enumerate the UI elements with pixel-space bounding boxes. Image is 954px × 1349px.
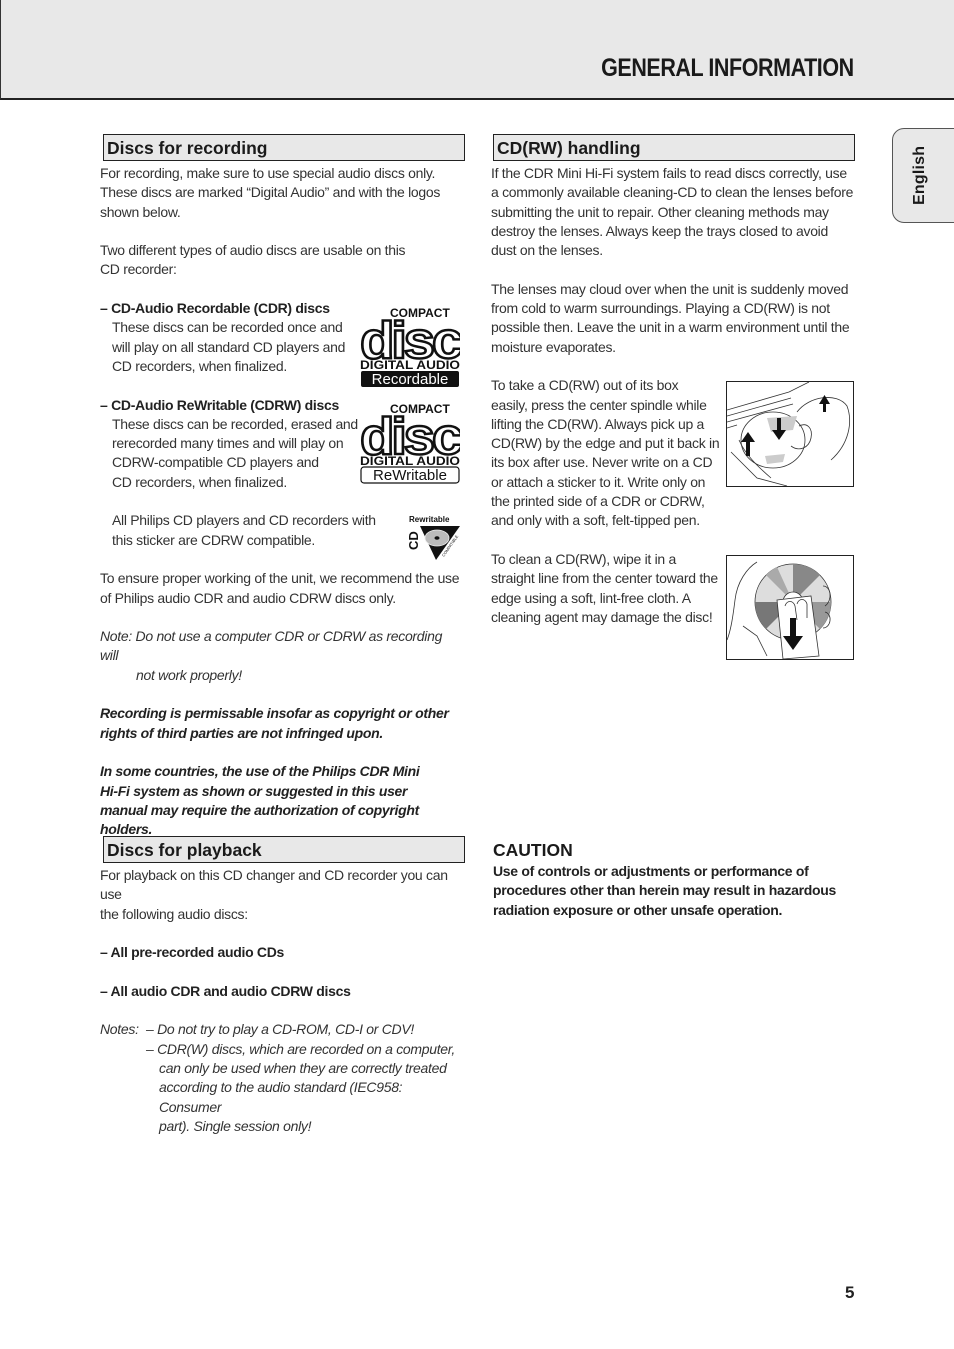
note-item: – CDR(W) discs, which are recorded on a …: [146, 1040, 455, 1057]
caution-block: CAUTION Use of controls or adjustments o…: [493, 840, 855, 920]
authorization-line: In some countries, the use of the Philip…: [100, 763, 420, 780]
copyright-line: rights of third parties are not infringe…: [100, 724, 384, 741]
handling-para3-line: and only with a soft, felt-tipped pen.: [491, 512, 700, 529]
playback-intro-line: the following audio discs:: [100, 905, 248, 922]
playback-item: – All pre-recorded audio CDs: [100, 944, 285, 961]
handling-para2-line: from cold to warm surroundings. Playing …: [491, 300, 830, 317]
playback-item: – All audio CDR and audio CDRW discs: [100, 982, 351, 999]
language-tab: English: [892, 128, 954, 223]
caution-line: Use of controls or adjustments or perfor…: [493, 863, 809, 879]
recommend-line: of Philips audio CDR and audio CDRW disc…: [100, 589, 396, 606]
handling-para2-line: possible then. Leave the unit in a warm …: [491, 319, 850, 336]
handling-para2-line: moisture evaporates.: [491, 338, 616, 355]
sticker-rewritable-text: Rewritable: [409, 515, 450, 524]
note-item-cont: can only be used when they are correctly…: [159, 1059, 447, 1076]
header-band: [0, 0, 954, 100]
recommend-line: To ensure proper working of the unit, we…: [100, 570, 460, 587]
cd-rewritable-sticker-logo: Rewritable CD COMPATIBLE: [406, 514, 462, 567]
caution-heading: CAUTION: [493, 840, 573, 860]
caution-line: radiation exposure or other unsafe opera…: [493, 901, 783, 918]
handling-para1-line: destroy the lenses. Always keep the tray…: [491, 222, 828, 239]
note-item-cont: according to the audio standard (IEC958:…: [159, 1079, 403, 1115]
note-line: Note: Do not use a computer CDR or CDRW …: [100, 628, 443, 664]
note-item: – Do not try to play a CD-ROM, CD-I or C…: [146, 1021, 414, 1038]
compact-disc-recordable-logo: COMPACT disc DIGITAL AUDIO Recordable: [359, 306, 467, 394]
discs-for-playback-body: For playback on this CD changer and CD r…: [100, 866, 462, 1136]
intro-line: shown below.: [100, 203, 181, 220]
language-tab-label: English: [911, 145, 928, 205]
handling-para2-line: The lenses may cloud over when the unit …: [491, 280, 849, 297]
caution-line: procedures other than herein may result …: [493, 882, 837, 899]
clean-disc-illustration: [726, 555, 854, 660]
page-title: GENERAL INFORMATION: [601, 54, 854, 82]
note-item-cont: part). Single session only!: [159, 1117, 312, 1134]
handling-para1-line: a commonly available cleaning-CD to clea…: [491, 184, 854, 201]
intro-line: For recording, make sure to use special …: [100, 165, 436, 181]
logo-recordable-text: Recordable: [372, 371, 449, 388]
page-number: 5: [845, 1283, 855, 1302]
playback-intro-line: For playback on this CD changer and CD r…: [100, 867, 448, 903]
handling-para1-line: dust on the lenses.: [491, 242, 603, 259]
notes-label: Notes:: [100, 1021, 139, 1038]
intro-line: These discs are marked “Digital Audio” a…: [100, 184, 441, 201]
authorization-line: Hi-Fi system as shown or suggested in th…: [100, 782, 408, 799]
section-heading-cdrw-handling: CD(RW) handling: [493, 134, 855, 161]
types-intro-line: Two different types of audio discs are u…: [100, 242, 406, 259]
handling-para1-line: submitting the unit to repair. Other cle…: [491, 203, 829, 220]
compact-disc-rewritable-logo: COMPACT disc DIGITAL AUDIO ReWritable: [359, 402, 467, 490]
arrow-up-icon: [741, 432, 755, 456]
playback-notes: Notes: – Do not try to play a CD-ROM, CD…: [100, 1020, 462, 1136]
authorization-line: manual may require the authorization of …: [100, 801, 420, 818]
types-intro-line: CD recorder:: [100, 261, 177, 278]
section-heading-discs-for-recording: Discs for recording: [103, 134, 465, 161]
sticker-cd-text: CD: [406, 531, 421, 550]
remove-disc-illustration: [726, 381, 854, 487]
handling-para1-line: If the CDR Mini Hi-Fi system fails to re…: [491, 165, 847, 181]
section-heading-discs-for-playback: Discs for playback: [103, 836, 465, 863]
copyright-line: Recording is permissable insofar as copy…: [100, 705, 449, 722]
logo-rewritable-text: ReWritable: [373, 467, 447, 484]
discs-for-recording-body: For recording, make sure to use special …: [100, 164, 462, 839]
note-line: not work properly!: [136, 666, 242, 683]
handling-para3-line: the printed side of a CDR or CDRW,: [491, 493, 705, 510]
